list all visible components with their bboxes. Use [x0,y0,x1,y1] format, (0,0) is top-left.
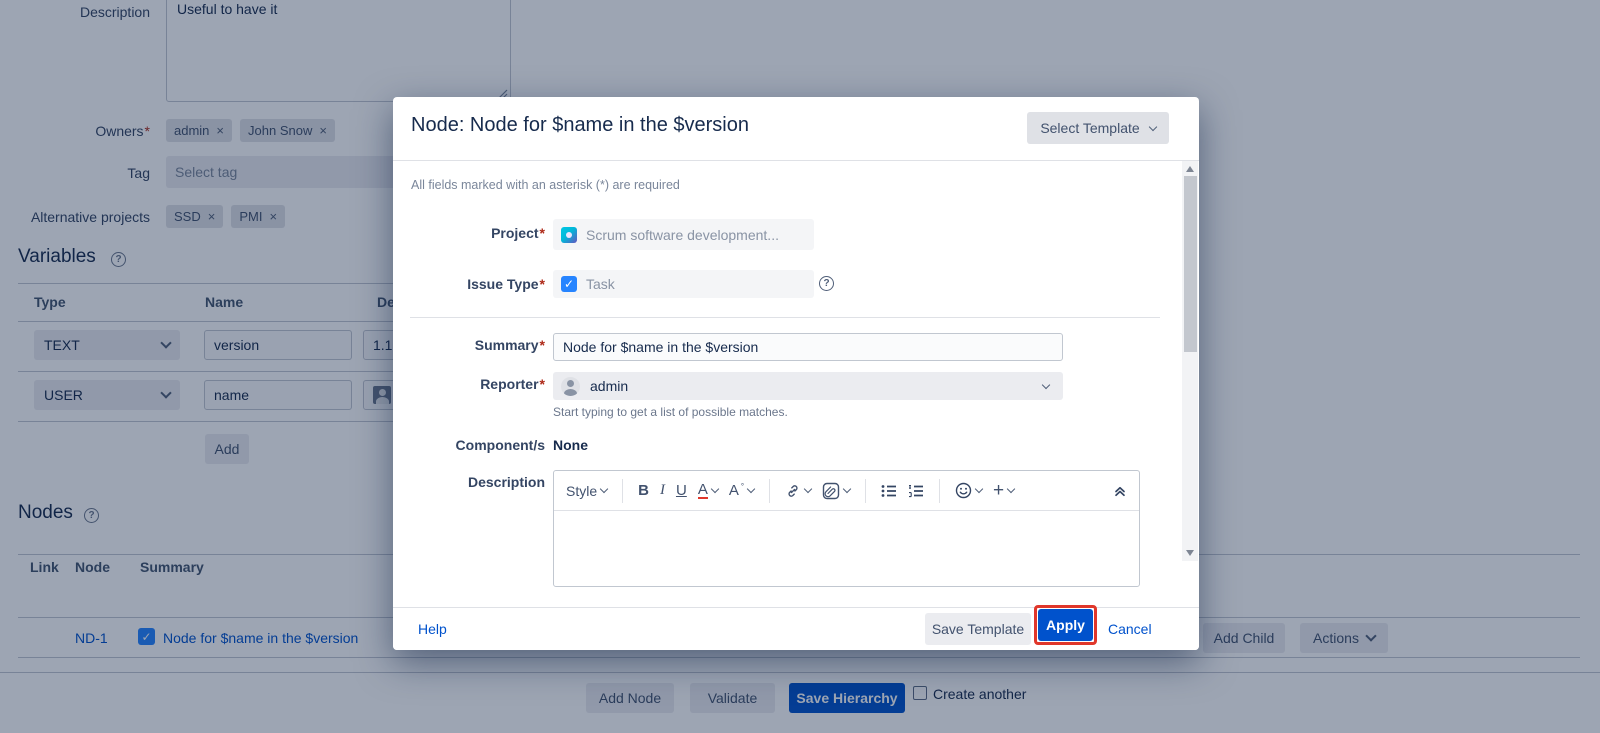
underline-button[interactable]: U [676,482,687,499]
chevron-down-icon [747,485,755,493]
required-fields-note: All fields marked with an asterisk (*) a… [411,178,680,192]
issue-type-field: ✓ Task [553,270,814,298]
chevron-down-icon [1042,380,1050,388]
collapse-toolbar-button[interactable] [1113,484,1127,498]
summary-label: Summary* [393,337,545,353]
link-icon [785,483,801,499]
chevron-down-icon [975,485,983,493]
numbered-list-button[interactable] [908,484,924,498]
bold-button[interactable]: B [638,482,649,499]
text-styles-dropdown[interactable]: A° [729,482,754,499]
reporter-label: Reporter* [393,376,545,392]
components-value: None [553,437,588,453]
toolbar-separator [622,479,623,503]
screen: Description Useful to have it Owners* ad… [0,0,1600,733]
dialog-scrollbar[interactable] [1182,161,1198,561]
components-label: Component/s [393,437,545,453]
numbered-list-icon [908,484,924,498]
reporter-hint: Start typing to get a list of possible m… [553,405,788,419]
help-link[interactable]: Help [418,621,447,637]
scrollbar-thumb[interactable] [1184,176,1197,352]
cancel-link[interactable]: Cancel [1108,621,1152,637]
chevron-down-icon [1007,485,1015,493]
attachment-dropdown[interactable] [822,482,850,500]
scroll-up-icon[interactable] [1186,166,1194,172]
divider [410,317,1160,318]
apply-highlight-annotation: Apply [1034,605,1097,645]
reporter-avatar-icon [561,377,580,396]
issue-type-label: Issue Type* [393,276,545,292]
chevron-down-icon [600,485,608,493]
insert-more-dropdown[interactable]: + [993,484,1014,498]
divider [393,160,1199,161]
bullet-list-icon [881,484,897,498]
style-dropdown[interactable]: Style [566,483,607,499]
chevron-down-icon [843,485,851,493]
task-type-icon: ✓ [561,276,577,292]
chevron-down-icon [1148,122,1156,130]
reporter-select[interactable]: admin [553,372,1063,400]
italic-button[interactable]: I [660,482,665,499]
project-field: Scrum software development... [553,219,814,250]
double-chevron-up-icon [1113,484,1127,498]
toolbar-separator [769,479,770,503]
toolbar-separator [865,479,866,503]
toolbar-separator [939,479,940,503]
editor-toolbar: Style B I U A A° [554,471,1139,511]
apply-button[interactable]: Apply [1038,609,1093,641]
project-label: Project* [393,225,545,241]
summary-input[interactable]: Node for $name in the $version [553,333,1063,361]
scroll-down-icon[interactable] [1186,550,1194,556]
link-dropdown[interactable] [785,483,811,499]
project-avatar-icon [561,227,577,243]
dialog-footer: Help Save Template Apply Cancel [393,607,1199,650]
chevron-down-icon [804,485,812,493]
issue-type-help-icon[interactable]: ? [819,276,834,291]
description-editor[interactable]: Style B I U A A° [553,470,1140,587]
node-edit-dialog: Node: Node for $name in the $version Sel… [393,97,1199,650]
editor-content-area[interactable] [554,511,1139,586]
dialog-title: Node: Node for $name in the $version [411,114,749,137]
text-color-dropdown[interactable]: A [698,483,718,499]
bullet-list-button[interactable] [881,484,897,498]
save-template-button[interactable]: Save Template [925,613,1031,645]
paperclip-icon [822,482,840,500]
description-label: Description [393,474,545,490]
select-template-button[interactable]: Select Template [1027,112,1169,144]
chevron-down-icon [711,485,719,493]
emoji-dropdown[interactable] [955,482,982,499]
emoji-icon [955,482,972,499]
